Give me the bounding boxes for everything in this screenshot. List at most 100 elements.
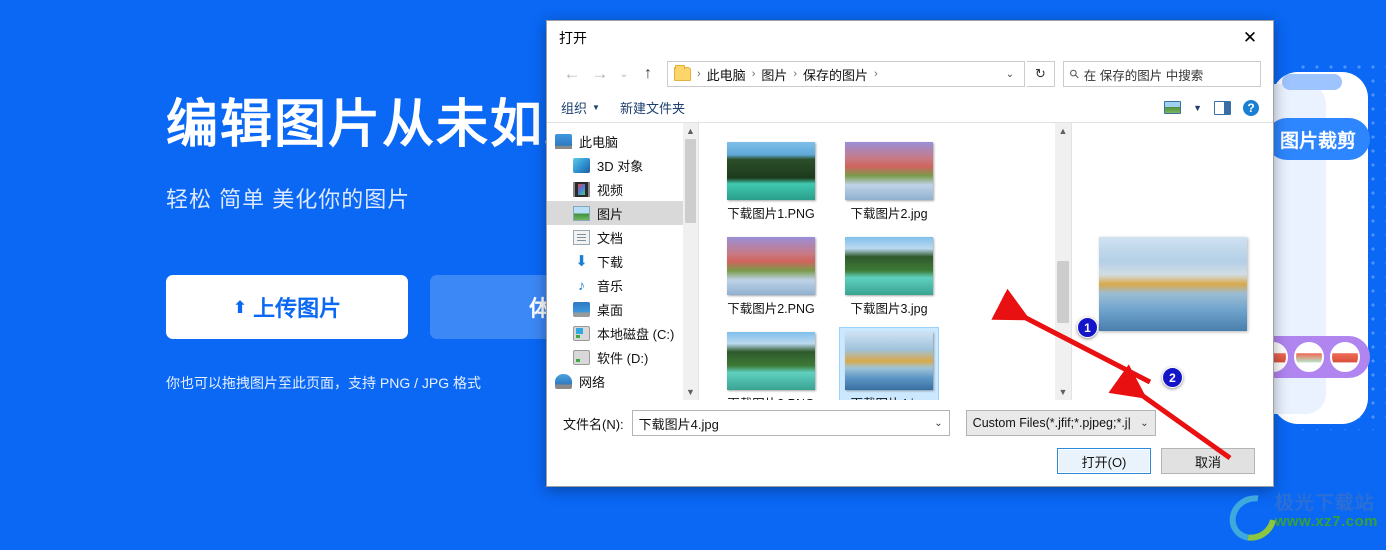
site-watermark: 极光下载站 www.xz7.com xyxy=(1227,492,1378,532)
toolbar-right-group: ▼ ? xyxy=(1164,99,1259,116)
chevron-down-icon[interactable]: ⌄ xyxy=(1140,418,1148,429)
chevron-down-icon[interactable]: ⌄ xyxy=(1000,69,1020,80)
chevron-down-icon[interactable]: ▼ xyxy=(686,384,695,400)
filename-value: 下载图片4.jpg xyxy=(638,416,719,432)
sidebar-item-label: 下载 xyxy=(597,254,624,270)
breadcrumb-separator: › xyxy=(751,68,756,80)
arrow-left-icon[interactable]: ← xyxy=(559,61,585,87)
downloads-icon: ⬇ xyxy=(575,252,588,270)
computer-icon xyxy=(555,133,572,149)
network-icon xyxy=(555,373,572,389)
sidebar-scrollbar[interactable]: ▲ ▼ xyxy=(683,123,698,400)
refresh-icon[interactable]: ↻ xyxy=(1027,61,1055,87)
breadcrumb-item-1[interactable]: 图片 xyxy=(758,65,790,84)
file-name: 下载图片3.PNG xyxy=(727,393,815,400)
cancel-button-label: 取消 xyxy=(1194,454,1221,470)
breadcrumb[interactable]: › 此电脑 › 图片 › 保存的图片 › ⌄ xyxy=(667,61,1025,87)
sidebar-item-label: 图片 xyxy=(597,206,624,222)
3d-objects-icon xyxy=(573,157,590,173)
arrow-right-icon[interactable]: → xyxy=(587,61,613,87)
sidebar-item-local-disk-c[interactable]: 本地磁盘 (C:) xyxy=(547,321,698,345)
file-list-scrollbar[interactable]: ▲ ▼ xyxy=(1055,123,1071,400)
sidebar-item-label: 网络 xyxy=(579,374,606,390)
music-icon: ♪ xyxy=(578,276,585,293)
scrollbar-thumb[interactable] xyxy=(1057,261,1069,323)
sidebar-item-desktop[interactable]: 桌面 xyxy=(547,297,698,321)
file-tile[interactable]: 下载图片3.jpg xyxy=(839,232,939,323)
upload-arrow-icon: ⬆ xyxy=(232,297,248,317)
sidebar-item-label: 本地磁盘 (C:) xyxy=(597,326,675,342)
file-tile[interactable]: 下载图片1.PNG xyxy=(721,137,821,228)
search-placeholder: 在 保存的图片 中搜索 xyxy=(1083,68,1204,83)
file-name: 下载图片2.PNG xyxy=(727,302,815,316)
filename-input[interactable]: 下载图片4.jpg ⌄ xyxy=(631,410,950,436)
annotation-marker-2: 2 xyxy=(1162,367,1183,388)
chevron-down-icon[interactable]: ▼ xyxy=(1193,103,1202,113)
open-file-dialog: 打开 ✕ ← → ⌄ ↑ › 此电脑 › 图片 › 保存的图片 › ⌄ ↻ ⚲ … xyxy=(546,20,1274,487)
dialog-toolbar: 组织 ▼ 新建文件夹 ▼ ? xyxy=(547,93,1273,123)
navigation-bar: ← → ⌄ ↑ › 此电脑 › 图片 › 保存的图片 › ⌄ ↻ ⚲ 在 保存的… xyxy=(547,55,1273,93)
open-button-label: 打开(O) xyxy=(1081,454,1127,470)
breadcrumb-item-0[interactable]: 此电脑 xyxy=(704,65,749,84)
file-tile[interactable]: 下载图片2.PNG xyxy=(721,232,821,323)
file-name: 下载图片4.jpg xyxy=(850,393,927,400)
sidebar-item-label: 软件 (D:) xyxy=(597,350,649,366)
chevron-down-icon: ▼ xyxy=(592,103,600,112)
breadcrumb-item-2[interactable]: 保存的图片 xyxy=(800,65,871,84)
preview-image xyxy=(1098,236,1247,331)
arrow-up-icon[interactable]: ↑ xyxy=(635,61,661,87)
dialog-title: 打开 xyxy=(559,30,587,46)
file-tile[interactable]: 下载图片3.PNG xyxy=(721,327,821,400)
documents-icon xyxy=(573,229,590,245)
upload-button-label: 上传图片 xyxy=(253,296,342,321)
file-thumbnail xyxy=(845,142,933,200)
preview-pane-icon[interactable] xyxy=(1214,100,1231,115)
desktop-icon xyxy=(573,301,590,317)
sidebar-item-network[interactable]: 网络 xyxy=(547,369,698,393)
scrollbar-thumb[interactable] xyxy=(685,139,696,223)
sidebar-item-3d-objects[interactable]: 3D 对象 xyxy=(547,153,698,177)
videos-icon xyxy=(573,181,590,197)
side-badge-crop: 图片裁剪 xyxy=(1265,118,1370,160)
cancel-button[interactable]: 取消 xyxy=(1161,448,1255,474)
sidebar-item-disk-d[interactable]: 软件 (D:) xyxy=(547,345,698,369)
file-thumbnail xyxy=(845,237,933,295)
file-name: 下载图片3.jpg xyxy=(850,302,928,316)
upload-image-button[interactable]: ⬆ 上传图片 xyxy=(166,275,408,339)
view-options-icon[interactable] xyxy=(1164,101,1182,114)
file-type-filter-select[interactable]: Custom Files(*.jfif;*.pjpeg;*.j| ⌄ xyxy=(965,410,1156,436)
chevron-down-icon[interactable]: ▼ xyxy=(1059,384,1068,400)
sidebar-item-downloads[interactable]: ⬇ 下载 xyxy=(547,249,698,273)
file-tile-selected[interactable]: 下载图片4.jpg xyxy=(839,327,939,400)
chevron-down-icon[interactable]: ⌄ xyxy=(615,61,633,87)
watermark-site-url: www.xz7.com xyxy=(1274,513,1378,531)
sidebar-item-pictures[interactable]: 图片 xyxy=(547,201,698,225)
organize-label: 组织 xyxy=(561,101,588,116)
file-type-filter-value: Custom Files(*.jfif;*.pjpeg;*.j| xyxy=(972,416,1131,430)
breadcrumb-separator: › xyxy=(874,68,878,80)
new-folder-button[interactable]: 新建文件夹 xyxy=(620,98,685,117)
dialog-footer: 文件名(N): 下载图片4.jpg ⌄ Custom Files(*.jfif;… xyxy=(547,400,1273,486)
breadcrumb-separator: › xyxy=(697,68,701,80)
file-tile[interactable]: 下载图片2.jpg xyxy=(839,137,939,228)
chevron-up-icon[interactable]: ▲ xyxy=(1059,123,1068,139)
sidebar-tree: 此电脑 3D 对象 视频 图片 文档 ⬇ 下载 ♪ 音乐 桌面 本地磁盘 (C:… xyxy=(547,123,698,393)
sidebar-item-label: 视频 xyxy=(597,182,624,198)
close-icon[interactable]: ✕ xyxy=(1227,21,1273,55)
chevron-down-icon[interactable]: ⌄ xyxy=(934,418,942,429)
chevron-up-icon[interactable]: ▲ xyxy=(686,123,695,139)
folder-icon xyxy=(674,65,691,81)
annotation-marker-1: 1 xyxy=(1077,317,1098,338)
file-grid: 下载图片1.PNG 下载图片2.jpg 下载图片2.PNG 下载图片3.jpg … xyxy=(699,123,1054,400)
sidebar-item-documents[interactable]: 文档 xyxy=(547,225,698,249)
help-icon[interactable]: ? xyxy=(1243,99,1259,116)
sidebar-item-videos[interactable]: 视频 xyxy=(547,177,698,201)
sidebar-item-this-pc[interactable]: 此电脑 xyxy=(547,129,698,153)
breadcrumb-separator: › xyxy=(793,68,798,80)
open-button[interactable]: 打开(O) xyxy=(1057,448,1151,474)
sidebar-item-music[interactable]: ♪ 音乐 xyxy=(547,273,698,297)
filename-label: 文件名(N): xyxy=(563,416,624,432)
avatar xyxy=(1294,342,1324,372)
organize-button[interactable]: 组织 ▼ xyxy=(561,98,600,117)
search-input[interactable]: ⚲ 在 保存的图片 中搜索 xyxy=(1063,61,1261,87)
